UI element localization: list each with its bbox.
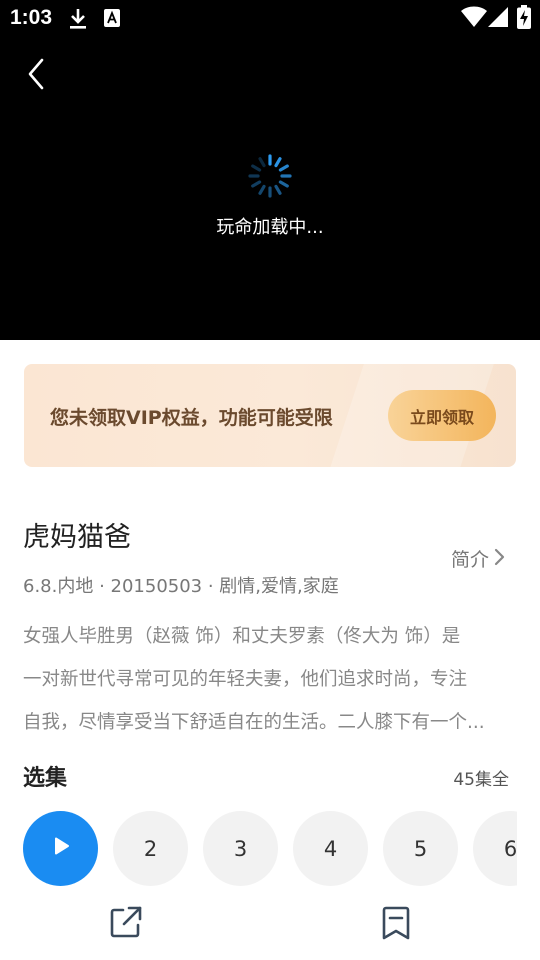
description-line: 自我，尽情享受当下舒适自在的生活。二人膝下有一个... <box>23 712 485 733</box>
back-button[interactable] <box>22 56 52 92</box>
bottom-bar <box>0 890 540 960</box>
intro-label: 简介 <box>451 549 490 571</box>
signal-icon <box>488 7 508 31</box>
intro-link[interactable]: 简介 <box>451 545 505 572</box>
claim-vip-button[interactable]: 立即领取 <box>388 390 496 441</box>
description-line: 女强人毕胜男（赵薇 饰）和丈夫罗素（佟大为 饰）是 <box>23 626 461 647</box>
play-icon <box>51 836 71 861</box>
share-button[interactable] <box>108 904 144 944</box>
bookmark-icon <box>379 906 413 944</box>
loading-spinner-icon <box>246 152 294 204</box>
show-meta: 6.8.内地 · 20150503 · 剧情,爱情,家庭 <box>23 576 339 597</box>
episode-item-2[interactable]: 2 <box>113 811 188 886</box>
app-screen: 1:03 玩命加载中... 您未领取VIP权益，功能可能受限 立即领取 虎妈猫爸… <box>0 0 540 960</box>
loading-text: 玩命加载中... <box>216 217 324 238</box>
status-bar: 1:03 <box>0 0 540 36</box>
episode-item-3[interactable]: 3 <box>203 811 278 886</box>
download-icon <box>68 8 88 34</box>
vip-banner-text: 您未领取VIP权益，功能可能受限 <box>50 407 333 429</box>
bookmark-button[interactable] <box>379 906 413 944</box>
episodes-title: 选集 <box>23 766 68 791</box>
battery-charging-icon <box>517 5 531 33</box>
back-arrow-icon <box>22 58 52 96</box>
episode-item-5[interactable]: 5 <box>383 811 458 886</box>
video-player[interactable]: 玩命加载中... <box>0 36 540 340</box>
episode-item-4[interactable]: 4 <box>293 811 368 886</box>
text-notification-icon <box>103 8 121 32</box>
episode-item-6[interactable]: 6 <box>473 811 517 886</box>
show-title: 虎妈猫爸 <box>23 522 131 553</box>
episodes-count[interactable]: 45集全 <box>453 765 509 790</box>
episode-item-1[interactable] <box>23 811 98 886</box>
vip-banner[interactable]: 您未领取VIP权益，功能可能受限 立即领取 <box>24 364 516 467</box>
chevron-right-icon <box>493 548 505 570</box>
status-time: 1:03 <box>10 6 53 29</box>
episode-list[interactable]: 2 3 4 5 6 <box>23 811 517 886</box>
wifi-icon <box>461 6 487 32</box>
description-line: 一对新世代寻常可见的年轻夫妻，他们追求时尚，专注 <box>23 669 468 690</box>
show-description: 女强人毕胜男（赵薇 饰）和丈夫罗素（佟大为 饰）是 一对新世代寻常可见的年轻夫妻… <box>23 615 518 744</box>
share-icon <box>108 906 144 944</box>
